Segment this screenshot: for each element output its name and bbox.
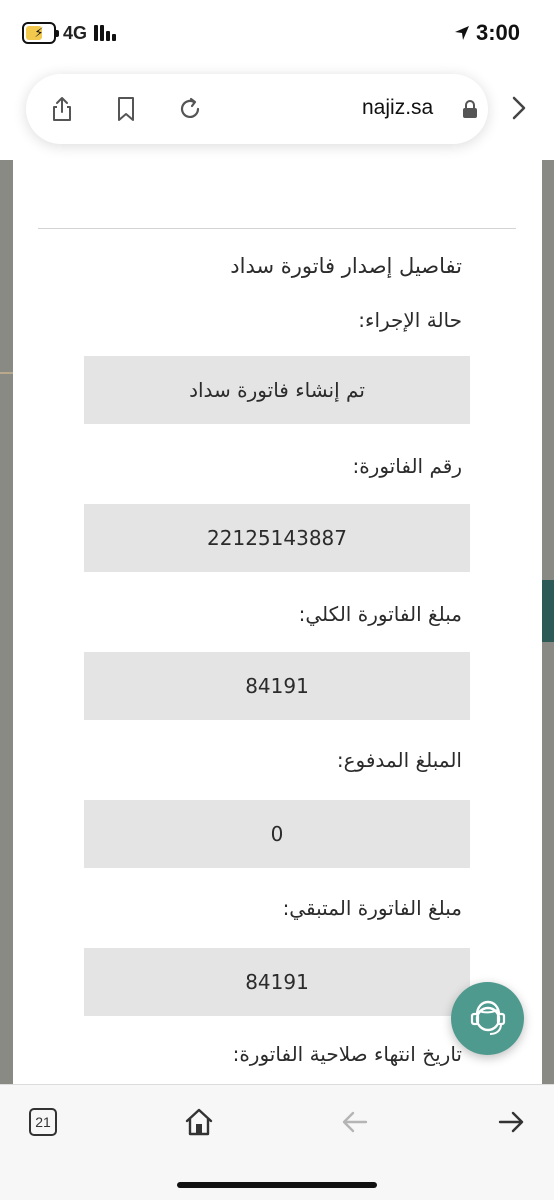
network-label: 4G [63, 22, 88, 43]
forward-arrow-icon [498, 1111, 524, 1133]
bookmark-icon[interactable] [112, 95, 140, 123]
address-bar[interactable]: najiz.sa [26, 74, 488, 144]
remaining-amount-label: مبلغ الفاتورة المتبقي: [282, 896, 462, 920]
back-arrow-icon [342, 1111, 368, 1133]
status-value: تم إنشاء فاتورة سداد [84, 356, 470, 424]
status-left: ⚡ 4G [22, 22, 117, 44]
paid-amount-value: 0 [84, 800, 470, 868]
support-chat-button[interactable] [451, 982, 524, 1055]
home-indicator [177, 1182, 377, 1188]
battery-charging-icon: ⚡ [22, 22, 59, 44]
section-divider [38, 228, 516, 229]
back-button[interactable] [338, 1105, 372, 1139]
section-title: تفاصيل إصدار فاتورة سداد [230, 254, 462, 278]
invoice-number-value: 22125143887 [84, 504, 470, 572]
expiry-date-label: تاريخ انتهاء صلاحية الفاتورة: [232, 1042, 462, 1066]
background-edge-accent [542, 580, 554, 642]
chevron-right-icon[interactable] [508, 94, 528, 122]
url-domain: najiz.sa [362, 96, 434, 119]
status-bar: ⚡ 4G 3:00 [0, 0, 554, 68]
lock-icon [463, 100, 477, 118]
invoice-number-label: رقم الفاتورة: [352, 454, 462, 478]
background-edge-line [0, 372, 13, 374]
remaining-amount-value: 84191 [84, 948, 470, 1016]
total-amount-label: مبلغ الفاتورة الكلي: [298, 602, 462, 626]
status-label: حالة الإجراء: [358, 308, 462, 332]
tab-count: 21 [29, 1108, 57, 1136]
paid-amount-label: المبلغ المدفوع: [336, 748, 462, 772]
location-arrow-icon [454, 26, 469, 40]
status-right: 3:00 [454, 20, 520, 46]
home-icon [185, 1108, 213, 1136]
browser-toolbar: 21 [0, 1084, 554, 1200]
support-agent-icon [470, 1000, 505, 1035]
page-content: تفاصيل إصدار فاتورة سداد حالة الإجراء: ت… [0, 160, 554, 1084]
total-amount-value: 84191 [84, 652, 470, 720]
clock-time: 3:00 [475, 20, 520, 45]
background-edge-left [0, 160, 13, 1084]
forward-button[interactable] [494, 1105, 528, 1139]
tabs-icon[interactable]: 21 [26, 1105, 60, 1139]
home-button[interactable] [182, 1105, 216, 1139]
share-icon[interactable] [48, 95, 76, 123]
signal-bars-icon [94, 25, 117, 41]
reload-icon[interactable] [176, 95, 204, 123]
